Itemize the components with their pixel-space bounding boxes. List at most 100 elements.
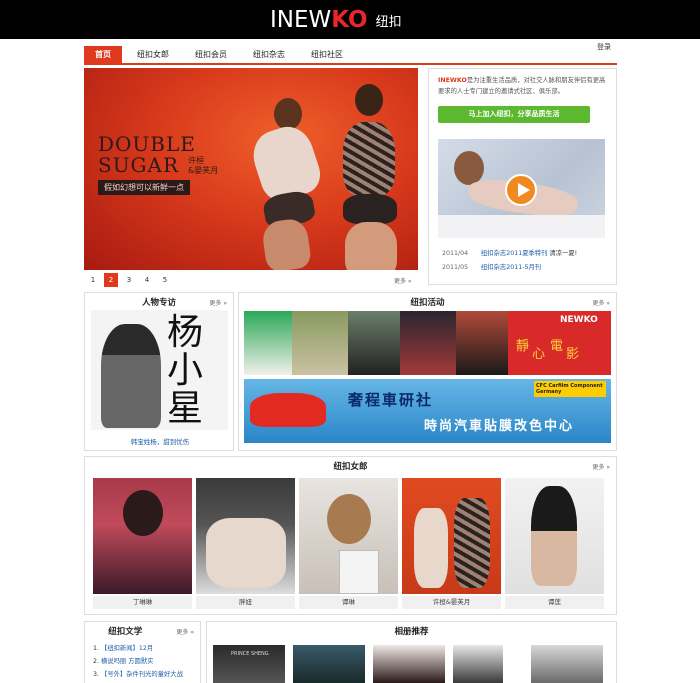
strip-label-xin: 心	[532, 347, 546, 362]
profile-image[interactable]: 杨小星	[91, 310, 228, 430]
girl-caption-2[interactable]: 胖妞	[196, 596, 295, 609]
hero-names-line1: 许桓	[188, 156, 204, 165]
list-item[interactable]: 1. 【纽扣新闻】12月	[93, 642, 203, 655]
activity-section: 纽扣活动 更多 » 靜 心 電 影 NEWKO 奢程車研社 時尚汽車貼膜改色中心…	[238, 292, 617, 451]
item-title: 【号外】杂件刊光的童好大战	[101, 671, 183, 678]
nav-item-magazine[interactable]: 纽扣杂志	[242, 46, 296, 63]
girl-figure	[531, 486, 577, 586]
side-intro: INEWKO是为注重生活品质，对社交人脉和朋友伴侣有更高要求的人士专门建立的邀请…	[438, 75, 608, 97]
strip-photo	[456, 311, 508, 375]
album-title: 相册推荐	[394, 627, 429, 637]
logo-part-ko: KO	[331, 7, 368, 33]
logo-part-chinese: 纽扣	[375, 14, 402, 30]
news-entry: 纽扣杂志2011夏季特刊 清凉一夏!	[481, 247, 577, 261]
girl-figure	[327, 494, 371, 544]
banner-badge: CFC Carfilm Component Germany	[534, 381, 606, 397]
nav-item-members[interactable]: 纽扣会员	[184, 46, 238, 63]
hero-banner[interactable]: DOUBLE SUGAR 许桓 &晏芙月 假如幻想可以新鲜一点	[84, 68, 418, 270]
girl-figure	[206, 518, 286, 588]
news-date: 2011/05	[442, 264, 469, 271]
album-thumb[interactable]	[453, 645, 503, 683]
profile-more-link[interactable]: 更多 »	[209, 298, 227, 307]
car-film-banner[interactable]: 奢程車研社 時尚汽車貼膜改色中心 CFC Carfilm Component G…	[244, 379, 611, 443]
hero-names: 许桓 &晏芙月	[188, 156, 218, 176]
girl-photo-4[interactable]	[402, 478, 501, 594]
join-button[interactable]: 马上加入纽扣，分享品质生活	[438, 106, 590, 123]
hero-tagline: 假如幻想可以新鲜一点	[98, 180, 190, 195]
pager-page-1[interactable]: 1	[86, 273, 100, 287]
strip-photo	[348, 311, 400, 375]
news-title[interactable]: 纽扣杂志2011-5月刊	[481, 261, 541, 275]
car-image	[250, 393, 326, 427]
video-thumbnail[interactable]	[438, 139, 605, 238]
pager-page-5[interactable]: 5	[158, 273, 172, 287]
profile-caption[interactable]: 韩宝姓杨，甜到忧伤	[85, 436, 235, 446]
top-bar: INEW KO 纽扣	[0, 0, 700, 39]
list-item[interactable]: 2011/05 纽扣杂志2011-5月刊	[442, 261, 612, 275]
girl-photo-5[interactable]	[505, 478, 604, 594]
girl-photo-3[interactable]	[299, 478, 398, 594]
pager-page-3[interactable]: 3	[122, 273, 136, 287]
album-thumb-text: PRINCE SHENG	[231, 651, 269, 657]
album-thumb[interactable]: PRINCE SHENG	[213, 645, 285, 683]
literature-section: 纽扣文学 更多 » 1. 【纽扣新闻】12月 2. 横说吗丽 方圆默实 3. 【…	[84, 621, 201, 683]
item-number: 3.	[93, 671, 100, 678]
girls-title: 纽扣女郎	[333, 462, 368, 472]
logo-part-inew: INEW	[270, 7, 332, 33]
girl-caption-3[interactable]: 谭琳	[299, 596, 398, 609]
activity-title: 纽扣活动	[410, 298, 445, 308]
pager-page-4[interactable]: 4	[140, 273, 154, 287]
album-thumb[interactable]	[293, 645, 365, 683]
side-brand: INEWKO	[438, 77, 467, 84]
hero-title-line1: DOUBLE	[98, 132, 196, 156]
nav-item-community[interactable]: 纽扣社区	[300, 46, 354, 63]
list-item[interactable]: 3. 【号外】杂件刊光的童好大战	[93, 668, 203, 681]
girl-photo-2[interactable]	[196, 478, 295, 594]
girl-caption-5[interactable]: 谭莲	[505, 596, 604, 609]
hero-more-link[interactable]: 更多 »	[394, 276, 412, 285]
activity-photo-strip[interactable]: 靜 心 電 影 NEWKO	[244, 311, 611, 375]
site-logo[interactable]: INEW KO 纽扣	[270, 6, 402, 34]
girl-figure	[414, 508, 448, 588]
profile-section: 人物专访 更多 » 杨小星 韩宝姓杨，甜到忧伤	[84, 292, 234, 451]
nav-divider	[84, 63, 617, 65]
girl-photo-1[interactable]	[93, 478, 192, 594]
girls-more-link[interactable]: 更多 »	[592, 462, 610, 471]
profile-figure	[101, 324, 161, 428]
list-item[interactable]: 2011/04 纽扣杂志2011夏季特刊 清凉一夏!	[442, 247, 612, 261]
literature-list: 1. 【纽扣新闻】12月 2. 横说吗丽 方圆默实 3. 【号外】杂件刊光的童好…	[93, 642, 203, 681]
strip-logo: NEWKO	[560, 315, 598, 325]
item-title: 【纽扣新闻】12月	[101, 645, 154, 652]
girl-caption-4[interactable]: 许桓&晏芙月	[402, 596, 501, 609]
nav-item-girls[interactable]: 纽扣女郎	[126, 46, 180, 63]
hero-model-left	[234, 88, 326, 270]
album-thumb[interactable]	[373, 645, 445, 683]
banner-title: 奢程車研社	[348, 391, 434, 409]
pager-page-2[interactable]: 2	[104, 273, 118, 287]
literature-title: 纽扣文学	[108, 627, 143, 637]
play-icon[interactable]	[505, 174, 537, 206]
news-title[interactable]: 纽扣杂志2011夏季特刊	[481, 250, 547, 257]
login-link[interactable]: 登录	[597, 42, 611, 52]
item-number: 1.	[93, 645, 100, 652]
album-thumb[interactable]	[531, 645, 603, 683]
hero-title: DOUBLE SUGAR	[98, 134, 196, 176]
banner-subtitle: 時尚汽車貼膜改色中心	[424, 419, 575, 434]
strip-label-jing: 靜	[516, 339, 530, 354]
main-nav: 首页 纽扣女郎 纽扣会员 纽扣杂志 纽扣社区	[84, 46, 358, 64]
phone-prop	[339, 550, 379, 594]
activity-more-link[interactable]: 更多 »	[592, 298, 610, 307]
strip-photo-magazine: 靜 心 電 影 NEWKO	[508, 311, 611, 375]
side-news-list: 2011/04 纽扣杂志2011夏季特刊 清凉一夏! 2011/05 纽扣杂志2…	[442, 247, 612, 275]
strip-photo	[292, 311, 348, 375]
hero-names-line2: &晏芙月	[188, 166, 219, 175]
girl-caption-1[interactable]: 丁琳琳	[93, 596, 192, 609]
item-title: 横说吗丽 方圆默实	[101, 658, 154, 665]
list-item[interactable]: 2. 横说吗丽 方圆默实	[93, 655, 203, 668]
girl-figure	[123, 490, 163, 536]
literature-more-link[interactable]: 更多 »	[176, 627, 194, 636]
profile-art-text: 杨小星	[167, 312, 204, 429]
strip-photo	[244, 311, 292, 375]
hero-pager: 1 2 3 4 5	[86, 273, 172, 287]
nav-item-home[interactable]: 首页	[84, 46, 122, 63]
